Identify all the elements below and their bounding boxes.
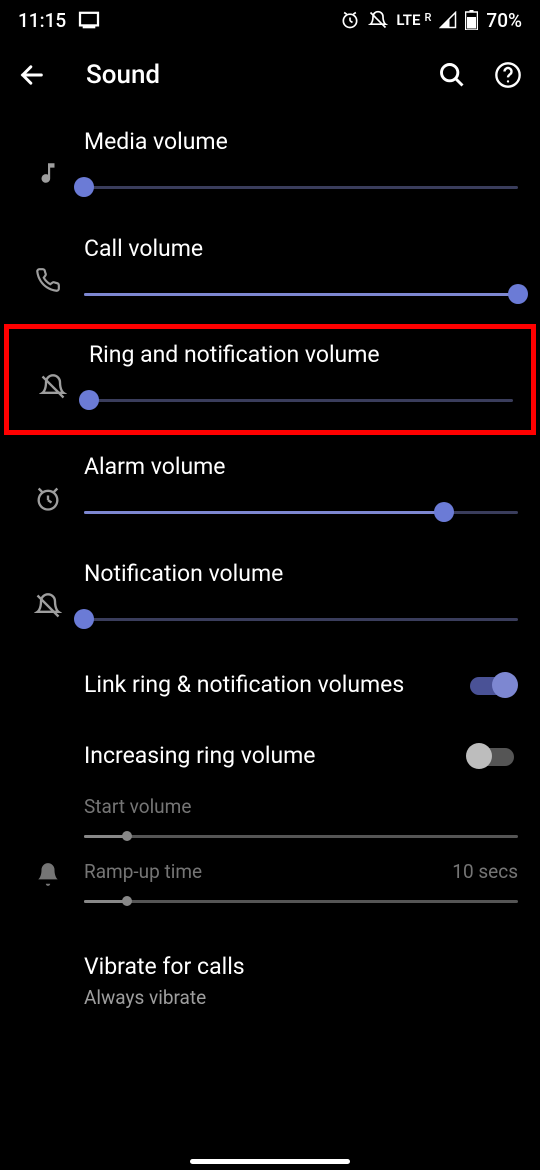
page-title: Sound: [86, 60, 438, 90]
increasing-ring-switch[interactable]: [466, 742, 518, 770]
search-button[interactable]: [438, 61, 466, 89]
notification-volume-label: Notification volume: [84, 560, 518, 587]
link-volumes-label: Link ring & notification volumes: [84, 669, 466, 700]
notification-volume-row: Notification volume: [0, 542, 540, 649]
ramp-up-label: Ramp-up time: [84, 860, 202, 883]
link-volumes-row[interactable]: Link ring & notification volumes: [0, 649, 540, 720]
bell-off-icon: [23, 373, 83, 401]
network-label: LTE: [396, 11, 420, 29]
ramp-up-item: Ramp-up time 10 secs: [84, 860, 518, 913]
battery-icon: [465, 10, 478, 30]
dnd-icon: [368, 10, 388, 30]
link-volumes-switch[interactable]: [466, 671, 518, 699]
app-bar: Sound: [0, 40, 540, 110]
vibrate-for-calls-row[interactable]: Vibrate for calls Always vibrate: [0, 929, 540, 1019]
status-time: 11:15: [18, 9, 66, 32]
help-button[interactable]: [494, 61, 522, 89]
media-volume-slider[interactable]: [84, 175, 518, 199]
alarm-icon: [340, 10, 360, 30]
ring-volume-slider[interactable]: [89, 388, 513, 412]
increasing-ring-row[interactable]: Increasing ring volume: [0, 720, 540, 791]
call-volume-label: Call volume: [84, 235, 518, 262]
vibrate-subtitle: Always vibrate: [84, 986, 518, 1009]
call-volume-slider[interactable]: [84, 282, 518, 306]
alarm-volume-label: Alarm volume: [84, 453, 518, 480]
phone-icon: [18, 267, 78, 293]
media-volume-label: Media volume: [84, 128, 518, 155]
cast-icon: [78, 11, 100, 29]
start-volume-item: Start volume: [84, 795, 518, 848]
alarm-volume-slider[interactable]: [84, 500, 518, 524]
ramp-up-value: 10 secs: [452, 860, 518, 883]
bell-ring-icon: [18, 823, 78, 925]
media-volume-row: Media volume: [0, 110, 540, 217]
alarm-clock-icon: [18, 485, 78, 513]
increasing-ring-label: Increasing ring volume: [84, 740, 466, 771]
signal-icon: [439, 11, 457, 29]
status-bar: 11:15 LTE R 70%: [0, 0, 540, 40]
music-note-icon: [18, 160, 78, 186]
bell-off-icon-2: [18, 592, 78, 620]
ramp-up-slider: [84, 889, 518, 913]
notification-volume-slider[interactable]: [84, 607, 518, 631]
ring-volume-label: Ring and notification volume: [89, 341, 513, 368]
increasing-ring-subsection: Start volume Ramp-up time 10 secs: [0, 791, 540, 929]
ring-volume-row: Ring and notification volume: [9, 329, 531, 430]
start-volume-slider: [84, 824, 518, 848]
battery-label: 70%: [486, 9, 522, 32]
vibrate-title: Vibrate for calls: [84, 953, 518, 980]
start-volume-label: Start volume: [84, 795, 191, 818]
call-volume-row: Call volume: [0, 217, 540, 324]
roaming-label: R: [424, 11, 431, 24]
nav-indicator[interactable]: [190, 1159, 350, 1164]
back-button[interactable]: [18, 61, 58, 89]
ring-volume-highlight: Ring and notification volume: [4, 324, 536, 435]
alarm-volume-row: Alarm volume: [0, 435, 540, 542]
